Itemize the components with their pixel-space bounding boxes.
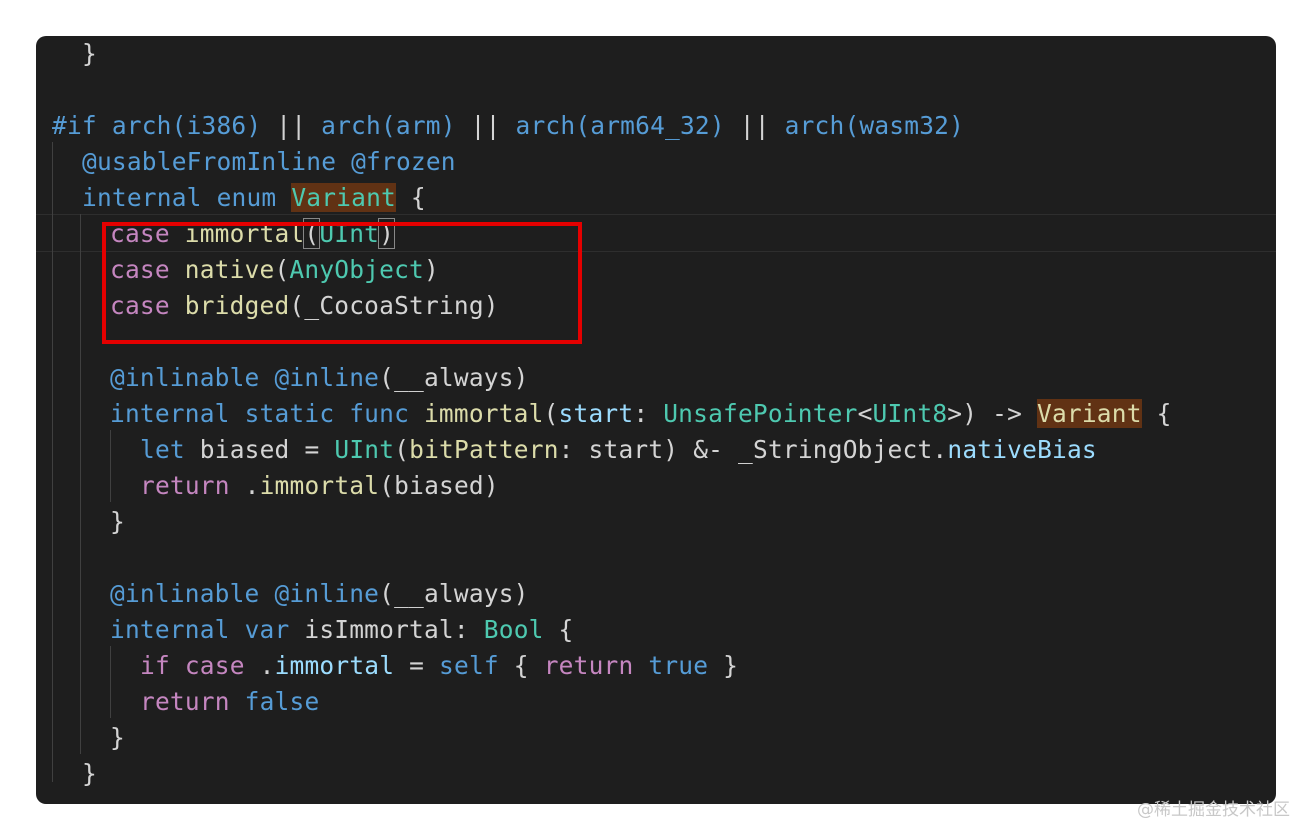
keyword: return — [543, 651, 634, 680]
closing-brace: } — [82, 759, 97, 788]
code-line-5: internal enum Variant { — [52, 180, 426, 216]
dot: . — [244, 651, 275, 680]
type-name: UInt — [334, 435, 395, 464]
case-name: immortal — [259, 471, 380, 500]
attribute: @frozen — [351, 147, 456, 176]
code-line-3: #if arch(i386) || arch(arm) || arch(arm6… — [52, 108, 964, 144]
keyword: internal — [110, 399, 230, 428]
paren: ( — [394, 435, 410, 464]
enum-name: Variant — [291, 183, 396, 212]
keyword: static — [244, 399, 335, 428]
or-operator: || — [261, 111, 322, 140]
colon: : — [453, 615, 484, 644]
type-name: UInt8 — [872, 399, 948, 428]
expression: : start) &- _StringObject. — [558, 435, 948, 464]
keyword: let — [140, 435, 185, 464]
keyword: self — [439, 651, 499, 680]
return-arrow: >) -> — [947, 399, 1037, 428]
code-line-1: } — [52, 36, 97, 72]
equals: = — [394, 651, 440, 680]
argument: (biased) — [379, 471, 499, 500]
brace: { — [498, 651, 544, 680]
function-name: immortal — [423, 399, 544, 428]
keyword: var — [244, 615, 290, 644]
keyword: return — [140, 471, 230, 500]
literal: false — [244, 687, 320, 716]
attribute-argument: (__always) — [379, 363, 529, 392]
variable-assignment: biased = — [184, 435, 335, 464]
arch-condition: arch(arm64_32) — [515, 111, 725, 140]
colon: : — [633, 399, 664, 428]
code-line-4: @usableFromInline @frozen — [52, 144, 456, 180]
code-line-16: @inlinable @inline(__always) — [52, 576, 529, 612]
code-line-21: } — [52, 756, 97, 792]
preprocessor-if: #if — [52, 111, 97, 140]
literal: true — [648, 651, 709, 680]
attribute: @inlinable — [110, 363, 260, 392]
paren: ( — [543, 399, 559, 428]
code-editor[interactable]: } #if arch(i386) || arch(arm) || arch(ar… — [36, 36, 1276, 804]
code-line-12: let biased = UInt(bitPattern: start) &- … — [52, 432, 1097, 468]
arch-condition: arch(i386) — [111, 111, 262, 140]
closing-brace: } — [110, 507, 125, 536]
or-operator: || — [724, 111, 785, 140]
property-name: isImmortal — [304, 615, 454, 644]
code-line-14: } — [52, 504, 125, 540]
attribute: @inlinable — [110, 579, 260, 608]
code-line-18: if case .immortal = self { return true } — [52, 648, 738, 684]
brace: { — [1141, 399, 1172, 428]
parameter: start — [558, 399, 634, 428]
arch-condition: arch(wasm32) — [784, 111, 965, 140]
keyword: func — [349, 399, 410, 428]
code-line-13: return .immortal(biased) — [52, 468, 499, 504]
brace: { — [395, 183, 426, 212]
code-line-17: internal var isImmortal: Bool { — [52, 612, 574, 648]
argument-label: bitPattern — [409, 435, 559, 464]
keyword: return — [140, 687, 230, 716]
code-line-20: } — [52, 720, 125, 756]
code-line-19: return false — [52, 684, 319, 720]
brace: } — [708, 651, 739, 680]
code-line-11: internal static func immortal(start: Uns… — [52, 396, 1172, 432]
keyword: case — [184, 651, 245, 680]
type-name: UnsafePointer — [663, 399, 858, 428]
return-type: Variant — [1037, 399, 1142, 428]
or-operator: || — [455, 111, 516, 140]
code-line-10: @inlinable @inline(__always) — [52, 360, 529, 396]
highlight-box — [102, 222, 582, 344]
type-name: Bool — [483, 615, 544, 644]
dot: . — [229, 471, 260, 500]
attribute: @inline — [274, 579, 380, 608]
closing-brace: } — [82, 39, 97, 68]
keyword: if — [140, 651, 170, 680]
angle-bracket: < — [857, 399, 873, 428]
keyword: enum — [216, 183, 277, 212]
attribute: @usableFromInline — [82, 147, 337, 176]
watermark: @稀土掘金技术社区 — [1137, 800, 1290, 820]
attribute: @inline — [274, 363, 380, 392]
brace: { — [543, 615, 574, 644]
closing-brace: } — [110, 723, 125, 752]
property: nativeBias — [947, 435, 1097, 464]
keyword: internal — [110, 615, 230, 644]
case-name: immortal — [274, 651, 395, 680]
attribute-argument: (__always) — [379, 579, 529, 608]
keyword: internal — [82, 183, 202, 212]
arch-condition: arch(arm) — [321, 111, 456, 140]
